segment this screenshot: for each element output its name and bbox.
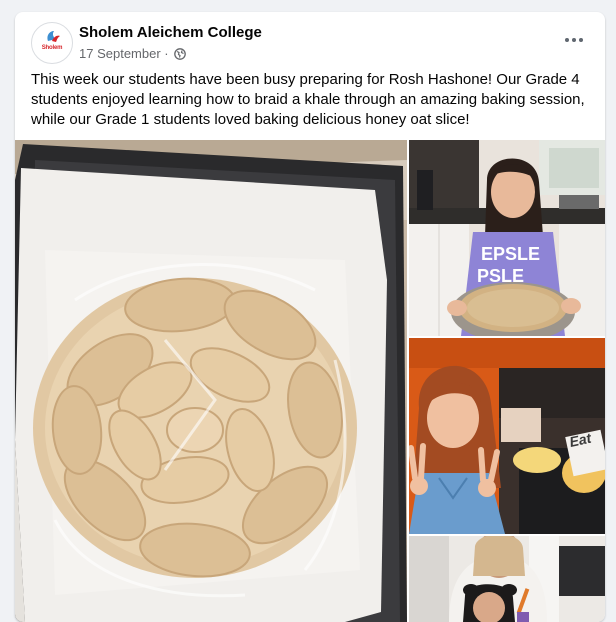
avatar-logo-text: Sholem: [41, 45, 63, 51]
post-date-link[interactable]: 17 September: [79, 46, 161, 61]
more-options-icon: [565, 38, 569, 42]
meta-separator: ·: [164, 46, 169, 62]
more-options-button[interactable]: [559, 28, 589, 52]
globe-icon: [174, 47, 187, 60]
photo-braided-khale[interactable]: [15, 140, 407, 622]
photo-grid: EPSLE PSLE Eat: [15, 140, 605, 622]
post-message: This week our students have been busy pr…: [31, 71, 585, 128]
page-avatar[interactable]: Sholem: [31, 22, 73, 64]
photo-students-baking[interactable]: [409, 536, 605, 622]
post-meta: 17 September ·: [79, 45, 187, 62]
college-logo-icon: [47, 31, 60, 42]
photo-student-bowl[interactable]: EPSLE PSLE: [409, 140, 605, 336]
post-header: Sholem Sholem Aleichem College 17 Septem…: [15, 12, 605, 70]
sweater-print-top: EPSLE: [481, 244, 540, 264]
page-name-link[interactable]: Sholem Aleichem College: [79, 24, 262, 41]
photo-student-peace-sign[interactable]: Eat: [409, 338, 605, 534]
post-card: Sholem Sholem Aleichem College 17 Septem…: [15, 12, 605, 622]
